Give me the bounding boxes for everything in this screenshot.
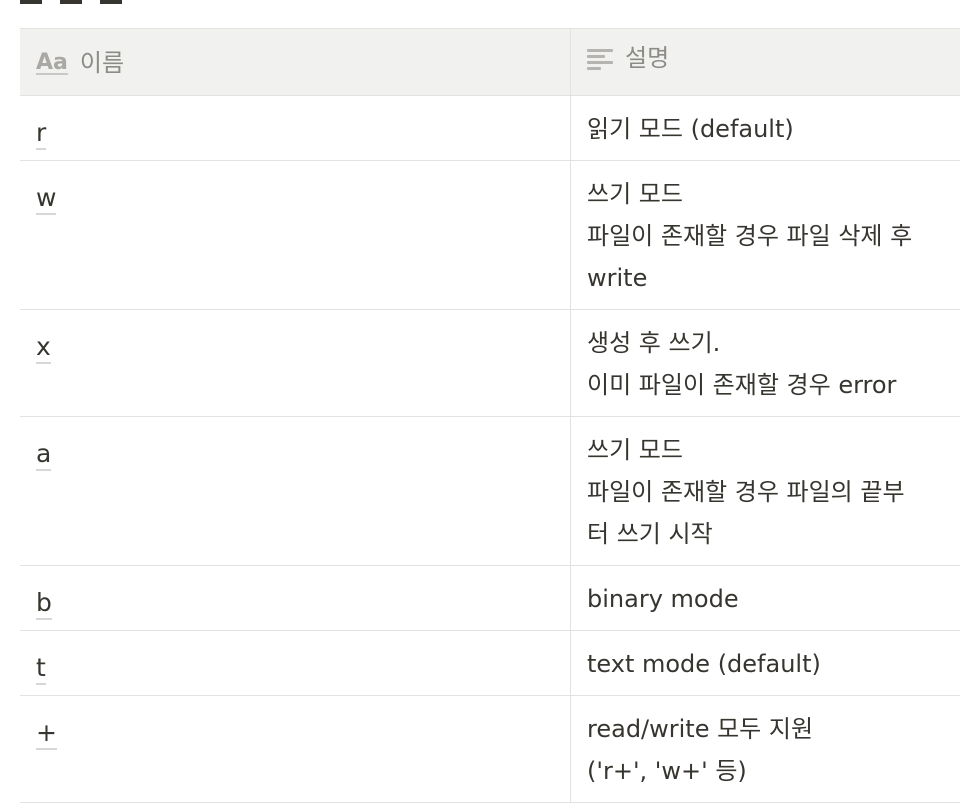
table-row[interactable]: a 쓰기 모드 파일이 존재할 경우 파일의 끝부 터 쓰기 시작 [20, 417, 960, 566]
row-description-cell[interactable]: binary mode [571, 566, 960, 630]
description-line: 터 쓰기 시작 [587, 520, 713, 548]
description-line: 파일이 존재할 경우 파일 삭제 후 [587, 222, 913, 250]
table-row[interactable]: w 쓰기 모드 파일이 존재할 경우 파일 삭제 후 write [20, 161, 960, 310]
row-name-link[interactable]: x [36, 332, 51, 364]
table-row[interactable]: b binary mode [20, 566, 960, 631]
row-name-cell[interactable]: b [20, 566, 571, 630]
row-name-cell[interactable]: a [20, 417, 571, 565]
row-name-link[interactable]: w [36, 183, 57, 215]
title-property-icon: Aa [36, 49, 68, 75]
table-row[interactable]: + read/write 모두 지원 ('r+', 'w+' 등) [20, 696, 960, 803]
database-table: Aa 이름 설명 r 읽기 모드 (default) w 쓰기 모드 파일이 존… [20, 28, 960, 803]
page-heading-cropped [20, 0, 140, 6]
description-line: 파일이 존재할 경우 파일의 끝부 [587, 478, 905, 506]
table-row[interactable]: t text mode (default) [20, 631, 960, 696]
row-name-cell[interactable]: r [20, 96, 571, 160]
row-name-cell[interactable]: w [20, 161, 571, 309]
description-line: 쓰기 모드 [587, 180, 683, 208]
description-line: binary mode [587, 585, 739, 613]
description-line: read/write 모두 지원 [587, 715, 814, 743]
row-name-link[interactable]: r [36, 118, 47, 150]
description-line: 읽기 모드 (default) [587, 115, 794, 143]
row-name-link[interactable]: a [36, 439, 52, 471]
description-line: 생성 후 쓰기. [587, 329, 721, 357]
description-line: 이미 파일이 존재할 경우 error [587, 371, 897, 399]
row-name-cell[interactable]: + [20, 696, 571, 802]
description-line: ('r+', 'w+' 등) [587, 757, 747, 785]
description-line: write [587, 264, 648, 292]
page: Aa 이름 설명 r 읽기 모드 (default) w 쓰기 모드 파일이 존… [0, 0, 960, 810]
row-name-link[interactable]: + [36, 718, 57, 750]
row-name-link[interactable]: b [36, 588, 52, 620]
column-header-name-label: 이름 [79, 48, 125, 77]
row-description-cell[interactable]: 읽기 모드 (default) [571, 96, 960, 160]
column-header-description[interactable]: 설명 [571, 29, 960, 96]
row-description-cell[interactable]: read/write 모두 지원 ('r+', 'w+' 등) [571, 696, 960, 802]
row-description-cell[interactable]: text mode (default) [571, 631, 960, 695]
row-name-cell[interactable]: t [20, 631, 571, 695]
text-property-icon [587, 47, 613, 70]
row-description-cell[interactable]: 쓰기 모드 파일이 존재할 경우 파일의 끝부 터 쓰기 시작 [571, 417, 960, 565]
description-line: 쓰기 모드 [587, 436, 683, 464]
row-description-cell[interactable]: 생성 후 쓰기. 이미 파일이 존재할 경우 error [571, 310, 960, 416]
row-description-cell[interactable]: 쓰기 모드 파일이 존재할 경우 파일 삭제 후 write [571, 161, 960, 309]
table-row[interactable]: x 생성 후 쓰기. 이미 파일이 존재할 경우 error [20, 310, 960, 417]
table-row[interactable]: r 읽기 모드 (default) [20, 96, 960, 161]
column-header-description-label: 설명 [625, 43, 670, 72]
row-name-link[interactable]: t [36, 653, 46, 685]
column-header-name[interactable]: Aa 이름 [20, 29, 571, 96]
table-header-row: Aa 이름 설명 [20, 29, 960, 96]
description-line: text mode (default) [587, 650, 821, 678]
row-name-cell[interactable]: x [20, 310, 571, 416]
